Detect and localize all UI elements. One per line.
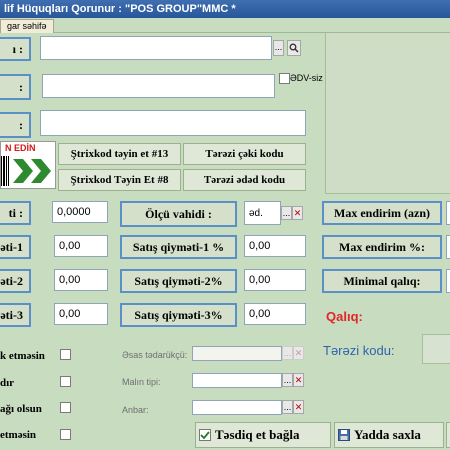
row3-input[interactable] [40, 110, 306, 136]
label-cost: ti : [0, 201, 31, 225]
sale-price3-pct-label: Satış qiyməti-3% [120, 303, 237, 327]
unit-browse-button[interactable]: ... [281, 206, 292, 220]
supplier-label: Əsas tədarükçü: [122, 350, 188, 360]
sale-price1-pct-label: Satış qiyməti-1 % [120, 235, 237, 259]
unit-clear-icon[interactable]: ✕ [292, 206, 303, 220]
option-checkbox-2[interactable] [60, 376, 71, 387]
window-titlebar: lif Hüquqları Qorunur : "POS GROUP"MMC * [0, 0, 450, 18]
confirm-close-label: Təsdiq et bağla [215, 427, 300, 442]
label-price3: əti-3 [0, 303, 31, 327]
supplier-browse-button[interactable]: ... [282, 346, 293, 360]
item-type-clear-icon[interactable]: ✕ [293, 373, 304, 387]
sale-price2-pct-label: Satış qiyməti-2% [120, 269, 237, 293]
max-discount-azn-input[interactable] [446, 201, 450, 225]
price1-input[interactable]: 0,00 [54, 235, 108, 257]
stock-label: Qalıq: [326, 309, 363, 324]
sale-price2-pct-input[interactable]: 0,00 [244, 269, 306, 291]
item-type-browse-button[interactable]: ... [282, 373, 293, 387]
option-checkbox-4[interactable] [60, 429, 71, 440]
item-type-label: Malın tipi: [122, 377, 161, 387]
tab-main-page[interactable]: gar səhifə [0, 19, 54, 33]
arrow-right-icon [13, 159, 51, 183]
floppy-disk-icon [338, 429, 350, 441]
label-row2: : [0, 74, 31, 100]
barcode-banner-text: N EDİN [5, 143, 36, 153]
warehouse-label: Anbar: [122, 405, 149, 415]
price2-input[interactable]: 0,00 [54, 269, 108, 291]
extra-button-edge[interactable] [446, 422, 450, 448]
barcode13-button[interactable]: Ştrixkod təyin et #13 [58, 143, 181, 165]
unit-input[interactable]: əd. [244, 201, 281, 225]
scale-weight-code-button[interactable]: Tərəzi çəki kodu [183, 143, 306, 165]
confirm-close-button[interactable]: Təsdiq et bağla [195, 422, 331, 448]
option-label-2: dır [0, 377, 15, 389]
cost-input[interactable]: 0,0000 [52, 201, 108, 223]
warehouse-clear-icon[interactable]: ✕ [293, 400, 304, 414]
unit-label: Ölçü vahidi : [120, 201, 237, 227]
max-discount-pct-label: Max endirim %: [322, 235, 442, 259]
max-discount-azn-label: Max endirim (azn) [322, 201, 442, 225]
option-label-3: ağı olsun [0, 403, 42, 415]
sale-price1-pct-input[interactable]: 0,00 [244, 235, 306, 257]
price3-input[interactable]: 0,00 [54, 303, 108, 325]
scale-code-label: Tərəzi kodu: [323, 343, 395, 358]
barcode-icon [1, 156, 9, 186]
name-input[interactable] [40, 36, 272, 60]
minimal-stock-label: Minimal qalıq: [322, 269, 442, 293]
save-label: Yadda saxla [354, 427, 421, 442]
edv-checkbox[interactable] [279, 73, 290, 84]
scale-code-box [422, 334, 450, 364]
save-button[interactable]: Yadda saxla [334, 422, 444, 448]
supplier-clear-icon[interactable]: ✕ [293, 346, 304, 360]
warehouse-input[interactable] [192, 400, 282, 415]
option-label-1: k etməsin [0, 350, 45, 362]
max-discount-pct-input[interactable] [446, 235, 450, 259]
warehouse-browse-button[interactable]: ... [282, 400, 293, 414]
row2-input[interactable] [42, 74, 275, 98]
label-row3: : [0, 112, 31, 138]
edv-label: ƏDV-siz [290, 73, 323, 83]
tab-strip: gar səhifə [0, 18, 450, 33]
sale-price3-pct-input[interactable]: 0,00 [244, 303, 306, 325]
option-label-4: etməsin [0, 429, 37, 441]
scale-count-code-button[interactable]: Tərəzi ədəd kodu [183, 169, 306, 191]
supplier-input[interactable] [192, 346, 282, 361]
item-type-input[interactable] [192, 373, 282, 388]
minimal-stock-input[interactable] [446, 269, 450, 293]
check-icon [199, 429, 211, 441]
name-browse-button[interactable]: ... [273, 40, 284, 56]
search-icon[interactable] [287, 40, 301, 56]
image-panel [325, 33, 450, 194]
option-checkbox-3[interactable] [60, 402, 71, 413]
barcode-banner[interactable]: N EDİN [0, 141, 56, 189]
label-price2: əti-2 [0, 269, 31, 293]
barcode8-button[interactable]: Ştrixkod Təyin Et #8 [58, 169, 181, 191]
label-name: ı : [0, 37, 31, 61]
label-price1: əti-1 [0, 235, 31, 259]
window-title: lif Hüquqları Qorunur : "POS GROUP"MMC * [4, 3, 236, 15]
option-checkbox-1[interactable] [60, 349, 71, 360]
